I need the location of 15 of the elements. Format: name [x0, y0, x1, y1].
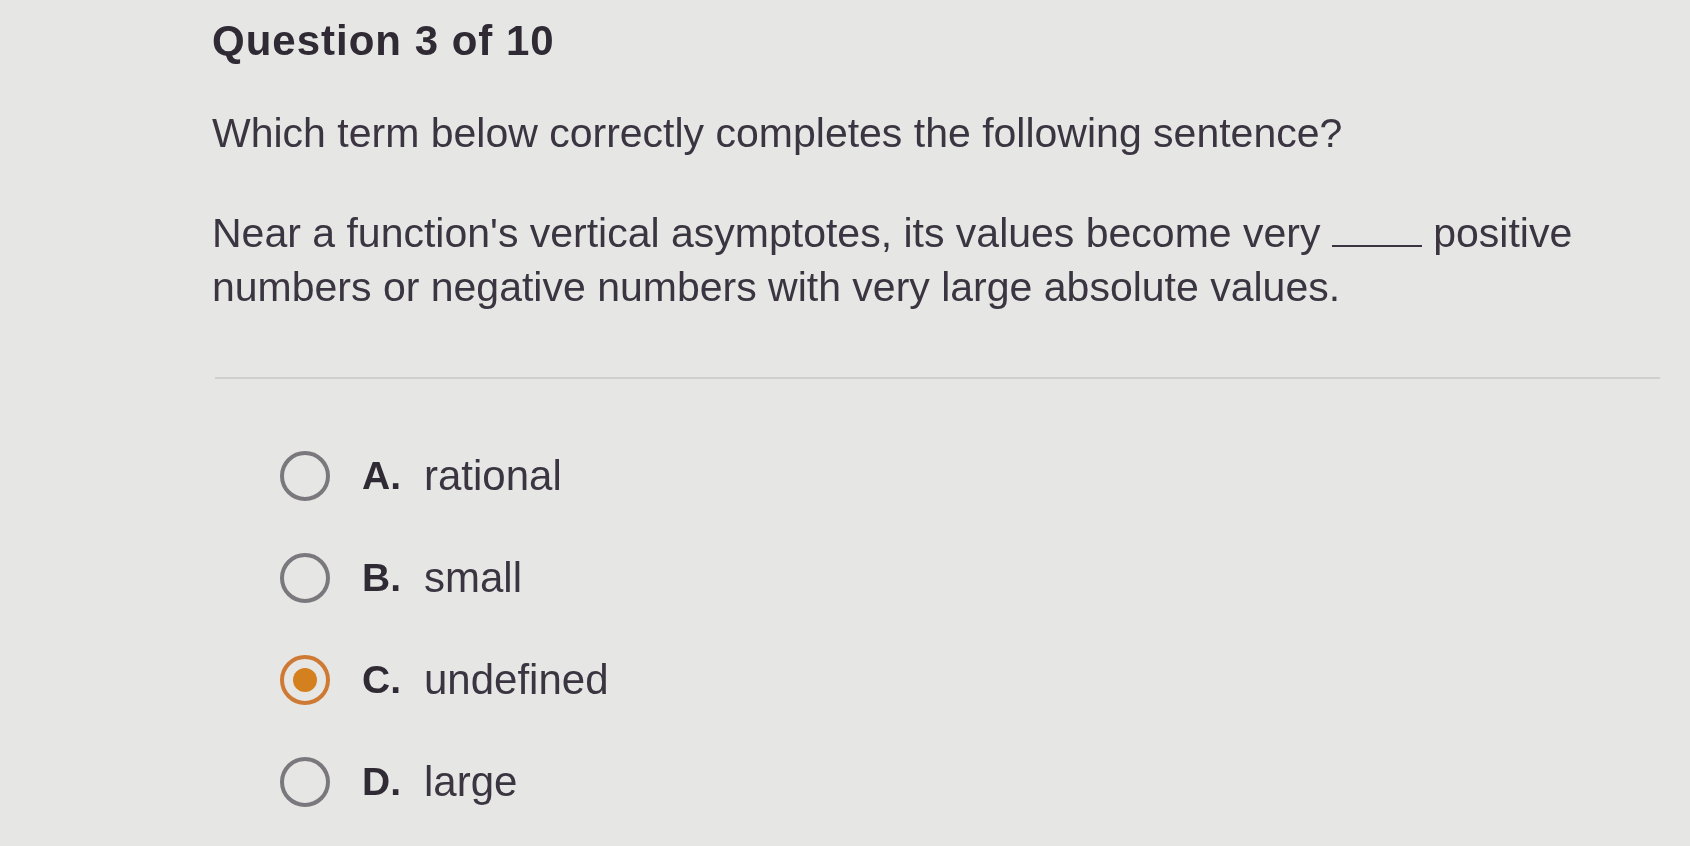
question-counter: Question 3 of 10 [212, 16, 555, 66]
option-label[interactable]: large [424, 756, 518, 808]
option-label[interactable]: small [424, 552, 522, 604]
option-label[interactable]: rational [424, 450, 562, 502]
radio-button[interactable] [280, 451, 330, 501]
option-letter: B. [362, 556, 402, 600]
option-letter: A. [362, 454, 402, 498]
question-prompt: Which term below correctly completes the following sentence? [212, 109, 1343, 158]
radio-button[interactable] [280, 757, 330, 807]
radio-button[interactable] [280, 553, 330, 603]
radio-button[interactable] [280, 655, 330, 705]
question-sentence: Near a function's vertical asymptotes, its values become very positive numbers or negative numbers with very large absolute values. [212, 209, 1574, 312]
option-letter: D. [362, 760, 402, 804]
option-label[interactable]: undefined [424, 654, 609, 706]
option-letter: C. [362, 658, 402, 702]
